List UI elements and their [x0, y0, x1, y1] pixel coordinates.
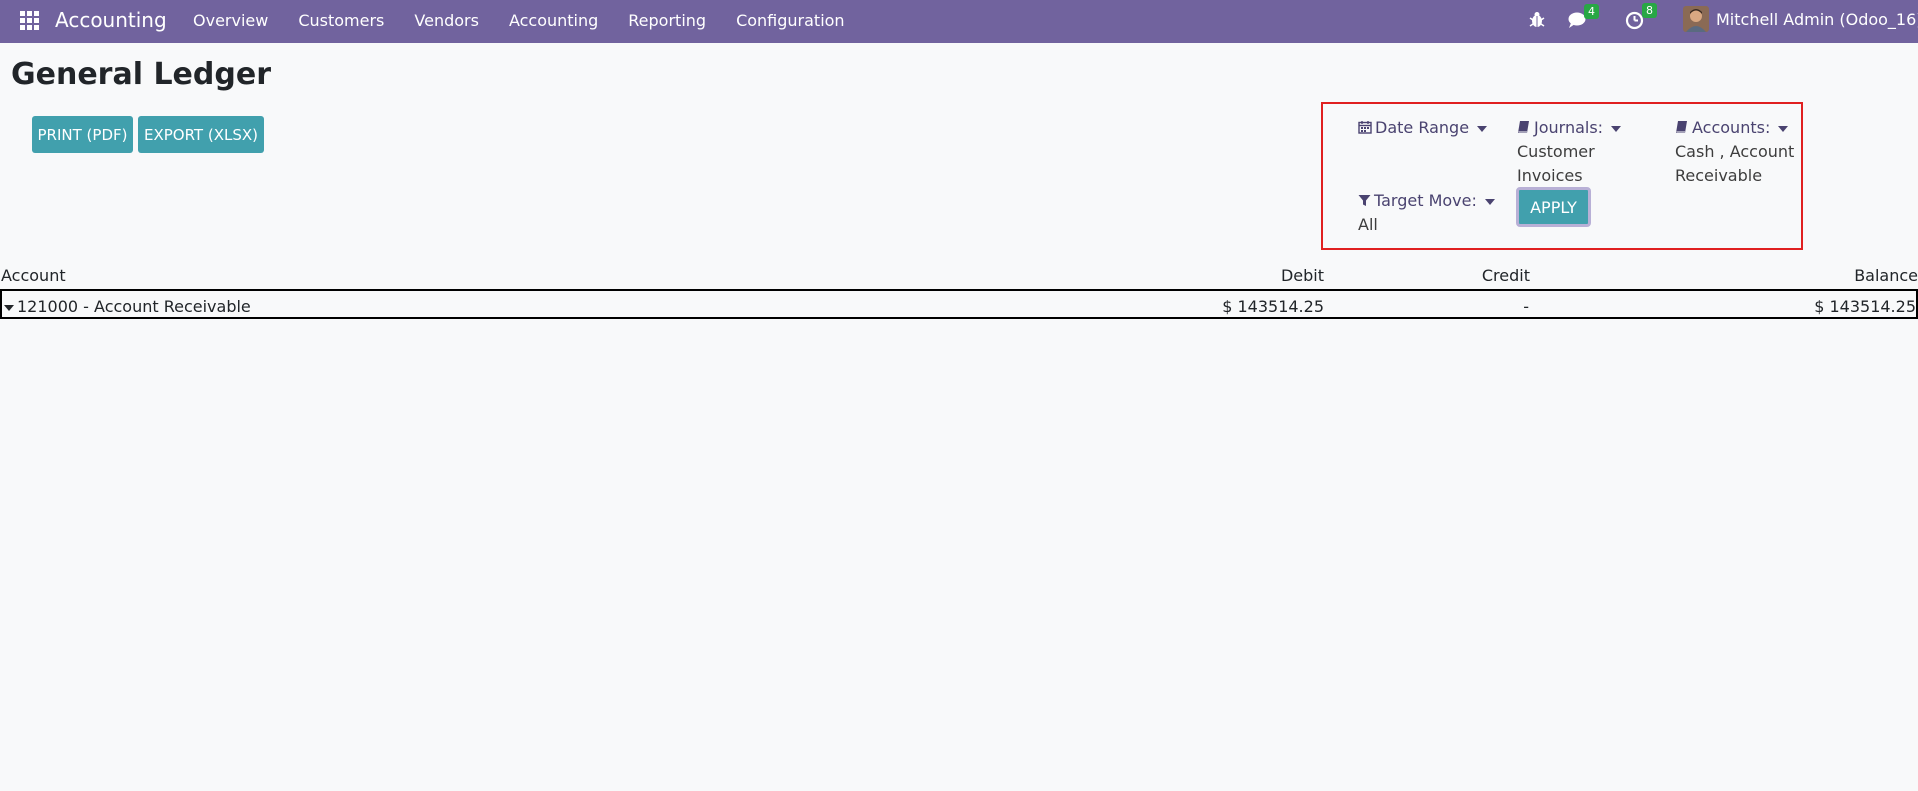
- menu-configuration[interactable]: Configuration: [736, 11, 845, 30]
- menu-vendors[interactable]: Vendors: [414, 11, 479, 30]
- debit-cell: $ 143514.25: [1222, 297, 1324, 316]
- menu-accounting[interactable]: Accounting: [509, 11, 598, 30]
- menu-reporting[interactable]: Reporting: [628, 11, 706, 30]
- activities-clock-icon[interactable]: 8: [1625, 3, 1657, 34]
- table-row[interactable]: 121000 - Account Receivable $ 143514.25 …: [0, 289, 1918, 319]
- app-name[interactable]: Accounting: [55, 8, 167, 32]
- credit-cell: -: [1523, 297, 1529, 316]
- account-cell[interactable]: 121000 - Account Receivable: [4, 297, 251, 316]
- filter-icon: [1358, 195, 1371, 206]
- accounts-dropdown[interactable]: Accounts:: [1675, 118, 1789, 137]
- target-move-label: Target Move:: [1374, 191, 1477, 210]
- export-xlsx-button[interactable]: EXPORT (XLSX): [138, 116, 264, 153]
- caret-down-icon: [4, 304, 14, 311]
- balance-cell: $ 143514.25: [1814, 297, 1916, 316]
- chevron-down-icon: [1484, 198, 1495, 205]
- apps-grid-icon[interactable]: [20, 11, 40, 31]
- date-range-dropdown[interactable]: Date Range: [1358, 118, 1488, 137]
- chevron-down-icon: [1611, 125, 1622, 132]
- accounts-value-line1: Cash , Account: [1675, 142, 1795, 161]
- menu-customers[interactable]: Customers: [298, 11, 384, 30]
- print-pdf-button[interactable]: PRINT (PDF): [32, 116, 133, 153]
- menu-overview[interactable]: Overview: [193, 11, 268, 30]
- column-header-account: Account: [1, 266, 66, 285]
- top-navbar: Accounting Overview Customers Vendors Ac…: [0, 0, 1918, 43]
- apply-button[interactable]: APPLY: [1516, 187, 1591, 227]
- date-range-label: Date Range: [1375, 118, 1470, 137]
- main-menu: Overview Customers Vendors Accounting Re…: [193, 11, 875, 30]
- accounts-value-line2: Receivable: [1675, 166, 1763, 185]
- journals-label: Journals:: [1534, 118, 1604, 137]
- messages-icon[interactable]: 4: [1568, 4, 1599, 33]
- journals-dropdown[interactable]: Journals:: [1517, 118, 1622, 137]
- user-name[interactable]: Mitchell Admin (Odoo_16): [1716, 10, 1918, 29]
- user-avatar[interactable]: [1683, 6, 1709, 32]
- book-icon: [1676, 121, 1687, 133]
- activities-badge: 8: [1642, 3, 1657, 18]
- column-header-balance: Balance: [1854, 266, 1918, 285]
- target-move-dropdown[interactable]: Target Move:: [1358, 191, 1495, 210]
- messages-badge: 4: [1584, 4, 1599, 19]
- journals-value-line1: Customer: [1517, 142, 1595, 161]
- accounts-label: Accounts:: [1692, 118, 1771, 137]
- calendar-icon: [1358, 121, 1372, 134]
- column-header-credit: Credit: [1481, 266, 1530, 285]
- column-header-debit: Debit: [1280, 266, 1324, 285]
- book-icon: [1518, 121, 1529, 133]
- chevron-down-icon: [1477, 125, 1488, 132]
- target-move-value: All: [1358, 215, 1378, 234]
- chevron-down-icon: [1778, 125, 1789, 132]
- journals-value-line2: Invoices: [1517, 166, 1583, 185]
- debug-bug-icon[interactable]: [1529, 11, 1545, 33]
- page-title: General Ledger: [11, 57, 271, 92]
